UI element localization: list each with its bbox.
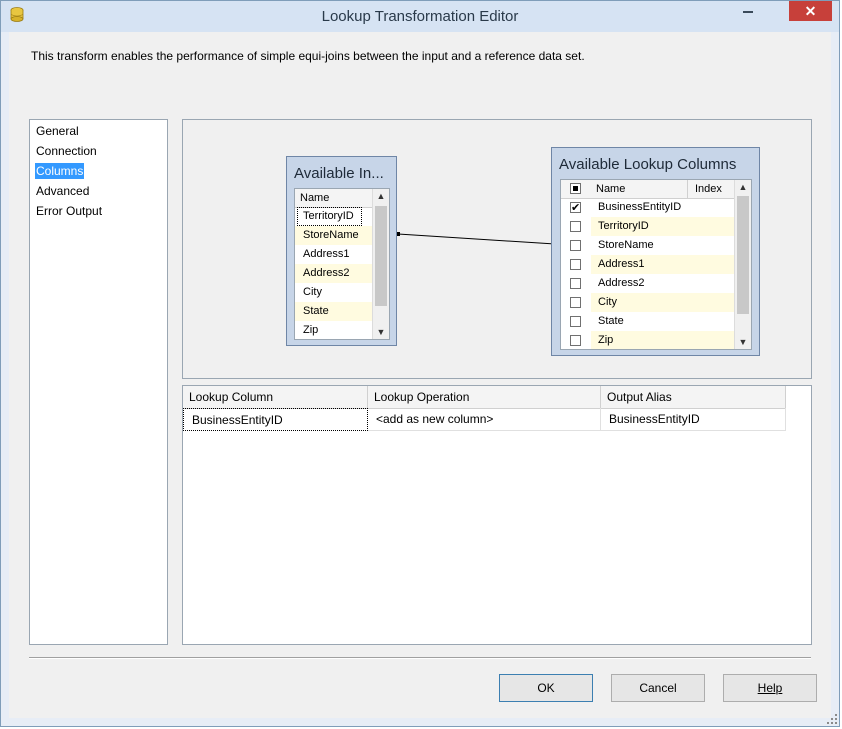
input-panel-title: Available In... bbox=[294, 165, 384, 182]
ok-button[interactable]: OK bbox=[499, 674, 593, 702]
lookup-row[interactable]: BusinessEntityID bbox=[561, 198, 751, 218]
lookup-row[interactable]: Address1 bbox=[561, 255, 751, 274]
input-columns-grid: Name TerritoryID StoreName Address1 Addr… bbox=[294, 188, 390, 340]
nav-item-connection[interactable]: Connection bbox=[35, 143, 98, 159]
minimize-icon bbox=[743, 11, 753, 13]
input-row[interactable]: StoreName bbox=[295, 226, 372, 245]
scroll-up-icon[interactable]: ▲ bbox=[373, 189, 389, 203]
select-all-checkbox[interactable] bbox=[570, 183, 581, 194]
row-checkbox[interactable] bbox=[570, 335, 581, 346]
nav-item-advanced[interactable]: Advanced bbox=[35, 183, 90, 199]
row-checkbox[interactable] bbox=[570, 297, 581, 308]
input-row-name[interactable]: Address2 bbox=[303, 264, 349, 283]
cell-output-alias[interactable]: BusinessEntityID bbox=[601, 408, 786, 431]
scroll-thumb[interactable] bbox=[737, 196, 749, 314]
nav-item-columns[interactable]: Columns bbox=[35, 163, 85, 179]
lookup-columns-grid: Name Index BusinessEntityID TerritoryID bbox=[560, 179, 752, 350]
lookup-grid-header: Name Index bbox=[561, 180, 751, 199]
close-button[interactable]: ✕ bbox=[789, 1, 832, 21]
header-lookup-operation[interactable]: Lookup Operation bbox=[368, 386, 601, 408]
nav-item-general[interactable]: General bbox=[35, 123, 80, 139]
input-row[interactable]: Address2 bbox=[295, 264, 372, 283]
input-row[interactable]: State bbox=[295, 302, 372, 321]
table-row[interactable]: BusinessEntityID <add as new column> Bus… bbox=[183, 408, 786, 431]
cell-lookup-operation[interactable]: <add as new column> bbox=[368, 408, 601, 431]
lookup-row-index[interactable] bbox=[688, 217, 734, 236]
lookup-row-name[interactable]: BusinessEntityID bbox=[598, 198, 681, 217]
output-grid-header: Lookup Column Lookup Operation Output Al… bbox=[183, 386, 786, 409]
lookup-row[interactable]: Zip bbox=[561, 331, 751, 349]
row-checkbox[interactable] bbox=[570, 316, 581, 327]
lookup-row-name[interactable]: TerritoryID bbox=[591, 217, 694, 236]
lookup-header-name: Name bbox=[596, 183, 626, 195]
title-bar[interactable]: Lookup Transformation Editor ✕ bbox=[1, 1, 839, 32]
lookup-grid-scrollbar[interactable]: ▲ ▼ bbox=[734, 180, 751, 349]
lookup-row-index[interactable] bbox=[688, 255, 734, 274]
lookup-row-name[interactable]: Address1 bbox=[591, 255, 694, 274]
dialog-body: This transform enables the performance o… bbox=[9, 32, 831, 718]
input-row-name[interactable]: StoreName bbox=[303, 226, 359, 245]
header-output-alias[interactable]: Output Alias bbox=[601, 386, 786, 408]
window-title: Lookup Transformation Editor bbox=[321, 8, 519, 25]
footer-separator bbox=[29, 657, 811, 659]
lookup-row[interactable]: State bbox=[561, 312, 751, 331]
lookup-row-index[interactable] bbox=[688, 331, 734, 349]
input-row-name[interactable]: Zip bbox=[303, 321, 318, 339]
cancel-button[interactable]: Cancel bbox=[611, 674, 705, 702]
row-checkbox[interactable] bbox=[570, 259, 581, 270]
nav-item-error-output[interactable]: Error Output bbox=[35, 203, 103, 219]
lookup-row-name[interactable]: StoreName bbox=[598, 236, 654, 255]
mapping-canvas[interactable]: Available In... Name TerritoryID StoreNa… bbox=[182, 119, 812, 379]
lookup-row-name[interactable]: City bbox=[591, 293, 694, 312]
output-columns-grid[interactable]: Lookup Column Lookup Operation Output Al… bbox=[182, 385, 812, 645]
lookup-row-name[interactable]: Address2 bbox=[598, 274, 644, 293]
minimize-button[interactable] bbox=[735, 1, 761, 21]
description-text: This transform enables the performance o… bbox=[31, 49, 585, 63]
lookup-header-index: Index bbox=[695, 183, 722, 195]
input-header-name: Name bbox=[300, 192, 330, 204]
cell-lookup-column[interactable]: BusinessEntityID bbox=[183, 408, 368, 431]
available-lookup-columns-panel[interactable]: Available Lookup Columns Name Index Busi… bbox=[551, 147, 760, 356]
lookup-row-index[interactable] bbox=[688, 293, 734, 312]
resize-grip-icon[interactable] bbox=[827, 714, 837, 724]
available-input-columns-panel[interactable]: Available In... Name TerritoryID StoreNa… bbox=[286, 156, 397, 346]
lookup-row[interactable]: City bbox=[561, 293, 751, 312]
lookup-row-name[interactable]: Zip bbox=[591, 331, 694, 349]
header-lookup-column[interactable]: Lookup Column bbox=[183, 386, 368, 408]
scroll-down-icon[interactable]: ▼ bbox=[735, 335, 751, 349]
input-row-name[interactable]: State bbox=[303, 302, 329, 321]
row-checkbox[interactable] bbox=[570, 221, 581, 232]
help-button[interactable]: Help bbox=[723, 674, 817, 702]
input-row-name[interactable]: Address1 bbox=[303, 245, 349, 264]
input-row-name[interactable]: City bbox=[303, 283, 322, 302]
column-mapping-line bbox=[397, 233, 556, 245]
lookup-panel-title: Available Lookup Columns bbox=[559, 156, 737, 173]
lookup-row[interactable]: TerritoryID bbox=[561, 217, 751, 236]
lookup-row[interactable]: StoreName bbox=[561, 236, 751, 255]
row-checkbox[interactable] bbox=[570, 240, 581, 251]
lookup-row[interactable]: Address2 bbox=[561, 274, 751, 293]
dialog-window: Lookup Transformation Editor ✕ This tran… bbox=[0, 0, 840, 727]
row-checkbox[interactable] bbox=[570, 278, 581, 289]
scroll-up-icon[interactable]: ▲ bbox=[735, 180, 751, 194]
scroll-thumb[interactable] bbox=[375, 206, 387, 306]
input-grid-scrollbar[interactable]: ▲ ▼ bbox=[372, 189, 389, 339]
row-checkbox[interactable] bbox=[570, 199, 581, 218]
input-row-name[interactable]: TerritoryID bbox=[297, 207, 362, 226]
lookup-row-name[interactable]: State bbox=[598, 312, 624, 331]
page-nav-list: General Connection Columns Advanced Erro… bbox=[29, 119, 168, 645]
scroll-down-icon[interactable]: ▼ bbox=[373, 325, 389, 339]
